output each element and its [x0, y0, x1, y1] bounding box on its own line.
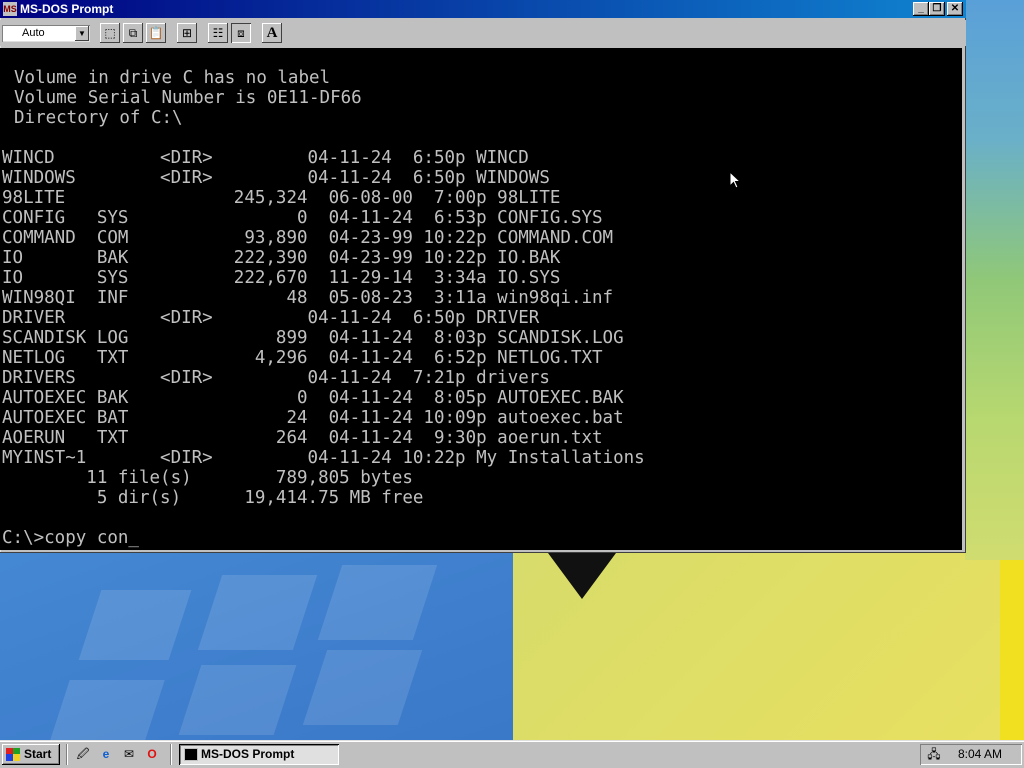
- internet-explorer-icon[interactable]: e: [98, 746, 114, 762]
- close-button[interactable]: ✕: [947, 2, 963, 16]
- network-icon[interactable]: 🖧: [926, 747, 942, 762]
- start-button[interactable]: Start: [2, 744, 60, 765]
- window-title: MS-DOS Prompt: [20, 2, 114, 16]
- console-output[interactable]: Volume in drive C has no label Volume Se…: [0, 48, 962, 550]
- mark-icon: ⬚: [104, 26, 116, 40]
- prompt-line[interactable]: C:\>copy con_: [2, 528, 139, 548]
- properties-button[interactable]: ☷: [208, 23, 228, 43]
- opera-icon[interactable]: O: [144, 746, 160, 762]
- system-tray: 🖧 8:04 AM: [920, 744, 1022, 765]
- fullscreen-icon: ⊞: [181, 26, 193, 40]
- copy-button[interactable]: ⧉: [123, 23, 143, 43]
- volume-info: Volume in drive C has no label Volume Se…: [14, 68, 362, 128]
- mark-button[interactable]: ⬚: [100, 23, 120, 43]
- listing-line: WIN98QI INF 48 05-08-23 3:11a win98qi.in…: [2, 288, 614, 308]
- console-line: Volume in drive C has no label: [14, 68, 331, 88]
- taskbar-separator: [170, 744, 172, 765]
- outlook-express-icon[interactable]: ✉: [121, 746, 137, 762]
- listing-line: MYINST~1 <DIR> 04-11-24 10:22p My Instal…: [2, 448, 645, 468]
- font-size-value: Auto: [22, 27, 45, 39]
- ms-dos-prompt-window[interactable]: MS MS-DOS Prompt _ ❐ ✕ Auto ▼ ⬚ ⧉ 📋 ⊞ ☷ …: [0, 0, 966, 553]
- wallpaper-yellow-stripe: [1000, 560, 1024, 740]
- clock[interactable]: 8:04 AM: [958, 744, 1002, 765]
- wallpaper-window-pane: [50, 680, 165, 740]
- minimize-button[interactable]: _: [913, 2, 929, 16]
- listing-line: AUTOEXEC BAT 24 04-11-24 10:09p autoexec…: [2, 408, 624, 428]
- windows-logo-icon-lower: [6, 754, 20, 761]
- directory-listing: WINCD <DIR> 04-11-24 6:50p WINCD WINDOWS…: [2, 148, 645, 508]
- font-icon: A: [266, 25, 278, 41]
- paste-icon: 📋: [148, 26, 164, 40]
- wallpaper-right-strip: [965, 0, 1024, 560]
- listing-line: CONFIG SYS 0 04-11-24 6:53p CONFIG.SYS: [2, 208, 603, 228]
- listing-line: IO BAK 222,390 04-23-99 10:22p IO.BAK: [2, 248, 561, 268]
- listing-line: WINCD <DIR> 04-11-24 6:50p WINCD: [2, 148, 529, 168]
- taskbar-separator: [66, 744, 68, 765]
- listing-line: AOERUN TXT 264 04-11-24 9:30p aoerun.txt: [2, 428, 603, 448]
- background-icon: ⧈: [237, 26, 245, 40]
- fullscreen-button[interactable]: ⊞: [177, 23, 197, 43]
- listing-line: 98LITE 245,324 06-08-00 7:00p 98LITE: [2, 188, 561, 208]
- listing-line: DRIVER <DIR> 04-11-24 6:50p DRIVER: [2, 308, 540, 328]
- listing-line: COMMAND COM 93,890 04-23-99 10:22p COMMA…: [2, 228, 614, 248]
- background-button[interactable]: ⧈: [231, 23, 251, 43]
- restore-button[interactable]: ❐: [929, 2, 945, 16]
- listing-line: WINDOWS <DIR> 04-11-24 6:50p WINDOWS: [2, 168, 550, 188]
- copy-icon: ⧉: [128, 26, 138, 40]
- msdos-icon[interactable]: MS: [3, 2, 17, 16]
- title-bar[interactable]: MS MS-DOS Prompt _ ❐ ✕: [0, 0, 966, 18]
- font-size-select[interactable]: Auto ▼: [2, 25, 90, 42]
- font-button[interactable]: A: [262, 23, 282, 43]
- listing-line: SCANDISK LOG 899 04-11-24 8:03p SCANDISK…: [2, 328, 624, 348]
- listing-line: NETLOG TXT 4,296 04-11-24 6:52p NETLOG.T…: [2, 348, 603, 368]
- console-line: Directory of C:\: [14, 108, 183, 128]
- msdos-task-icon: [184, 748, 198, 761]
- paste-button[interactable]: 📋: [146, 23, 166, 43]
- task-button-label: MS-DOS Prompt: [201, 747, 295, 761]
- wallpaper-black-shape: [548, 553, 616, 599]
- console-line: Volume Serial Number is 0E11-DF66: [14, 88, 362, 108]
- listing-line: DRIVERS <DIR> 04-11-24 7:21p drivers: [2, 368, 550, 388]
- listing-line: AUTOEXEC BAK 0 04-11-24 8:05p AUTOEXEC.B…: [2, 388, 624, 408]
- start-label: Start: [24, 747, 52, 761]
- properties-icon: ☷: [212, 26, 224, 40]
- chevron-down-icon[interactable]: ▼: [75, 26, 89, 41]
- command-prompt[interactable]: C:\>copy con_: [2, 528, 139, 548]
- show-desktop-icon[interactable]: 🖉: [75, 746, 91, 762]
- toolbar: Auto ▼ ⬚ ⧉ 📋 ⊞ ☷ ⧈ A: [0, 20, 966, 46]
- taskbar: Start 🖉 e ✉ O MS-DOS Prompt 🖧 8:04 AM: [0, 740, 1024, 768]
- file-count-line: 11 file(s) 789,805 bytes: [2, 468, 413, 488]
- listing-line: IO SYS 222,670 11-29-14 3:34a IO.SYS: [2, 268, 561, 288]
- task-button-ms-dos-prompt[interactable]: MS-DOS Prompt: [179, 744, 339, 765]
- dir-count-line: 5 dir(s) 19,414.75 MB free: [2, 488, 424, 508]
